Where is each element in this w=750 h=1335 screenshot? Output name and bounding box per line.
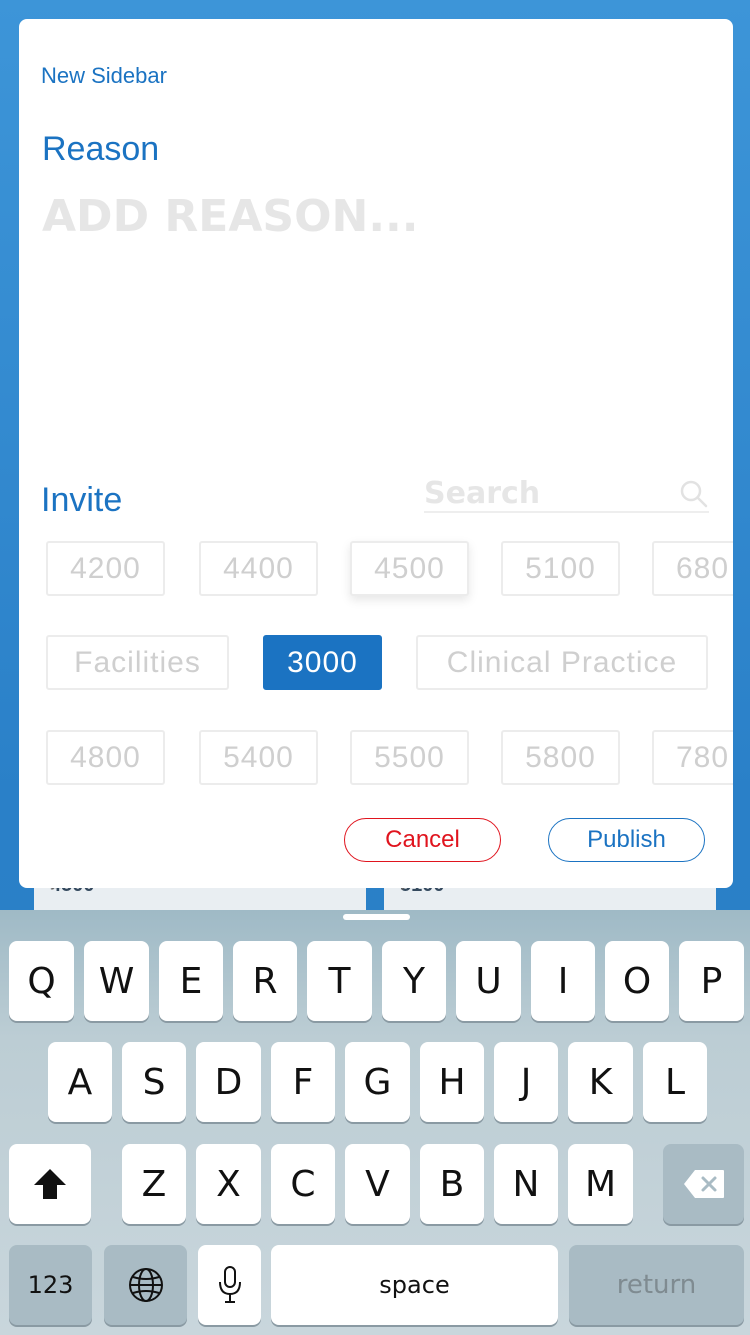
backspace-icon: [683, 1170, 724, 1198]
key-q[interactable]: Q: [9, 941, 74, 1021]
cancel-button[interactable]: Cancel: [344, 818, 501, 862]
key-n[interactable]: N: [494, 1144, 558, 1224]
key-h[interactable]: H: [420, 1042, 484, 1122]
backspace-key[interactable]: [663, 1144, 744, 1224]
key-t[interactable]: T: [307, 941, 372, 1021]
key-r[interactable]: R: [233, 941, 297, 1021]
invite-chip[interactable]: 4800: [46, 730, 165, 785]
key-m[interactable]: M: [568, 1144, 633, 1224]
key-j[interactable]: J: [494, 1042, 558, 1122]
globe-icon: [128, 1268, 163, 1302]
modal-title: New Sidebar: [41, 63, 167, 88]
microphone-icon: [218, 1266, 241, 1303]
invite-chip[interactable]: 5800: [501, 730, 620, 785]
key-v[interactable]: V: [345, 1144, 410, 1224]
invite-chip[interactable]: 780: [652, 730, 733, 785]
invite-chip[interactable]: 4400: [199, 541, 318, 596]
keyboard-drag-handle[interactable]: [343, 914, 410, 920]
on-screen-keyboard: Q W E R T Y U I O P A S D F G H J K L Z …: [0, 910, 750, 1335]
invite-chip[interactable]: 4500: [350, 541, 469, 596]
key-l[interactable]: L: [643, 1042, 707, 1122]
invite-chip[interactable]: Facilities: [46, 635, 229, 690]
key-k[interactable]: K: [568, 1042, 633, 1122]
key-p[interactable]: P: [679, 941, 744, 1021]
invite-chip[interactable]: Clinical Practice: [416, 635, 708, 690]
key-o[interactable]: O: [605, 941, 669, 1021]
key-z[interactable]: Z: [122, 1144, 186, 1224]
invite-chip[interactable]: 4200: [46, 541, 165, 596]
reason-label: Reason: [42, 130, 160, 168]
key-c[interactable]: C: [271, 1144, 335, 1224]
shift-arrow-icon: [34, 1169, 66, 1199]
key-g[interactable]: G: [345, 1042, 410, 1122]
key-s[interactable]: S: [122, 1042, 186, 1122]
new-sidebar-modal: New Sidebar Reason Invite 4200 4400 4500…: [19, 19, 733, 888]
key-i[interactable]: I: [531, 941, 595, 1021]
search-input[interactable]: [424, 475, 664, 511]
invite-chip[interactable]: 680: [652, 541, 733, 596]
invite-label: Invite: [41, 481, 123, 519]
key-w[interactable]: W: [84, 941, 149, 1021]
publish-button[interactable]: Publish: [548, 818, 705, 862]
key-u[interactable]: U: [456, 941, 521, 1021]
key-e[interactable]: E: [159, 941, 223, 1021]
numbers-key[interactable]: 123: [9, 1245, 92, 1325]
invite-chip[interactable]: 5400: [199, 730, 318, 785]
key-y[interactable]: Y: [382, 941, 446, 1021]
key-x[interactable]: X: [196, 1144, 261, 1224]
return-key[interactable]: return: [569, 1245, 744, 1325]
microphone-key[interactable]: [198, 1245, 261, 1325]
invite-chip[interactable]: 5500: [350, 730, 469, 785]
space-key[interactable]: space: [271, 1245, 558, 1325]
invite-chip[interactable]: 5100: [501, 541, 620, 596]
reason-input[interactable]: [42, 184, 702, 248]
globe-key[interactable]: [104, 1245, 187, 1325]
key-a[interactable]: A: [48, 1042, 112, 1122]
key-f[interactable]: F: [271, 1042, 335, 1122]
search-icon[interactable]: [679, 479, 709, 509]
key-b[interactable]: B: [420, 1144, 484, 1224]
shift-key[interactable]: [9, 1144, 91, 1224]
search-field: [424, 475, 709, 513]
invite-chip-selected[interactable]: 3000: [263, 635, 382, 690]
key-d[interactable]: D: [196, 1042, 261, 1122]
